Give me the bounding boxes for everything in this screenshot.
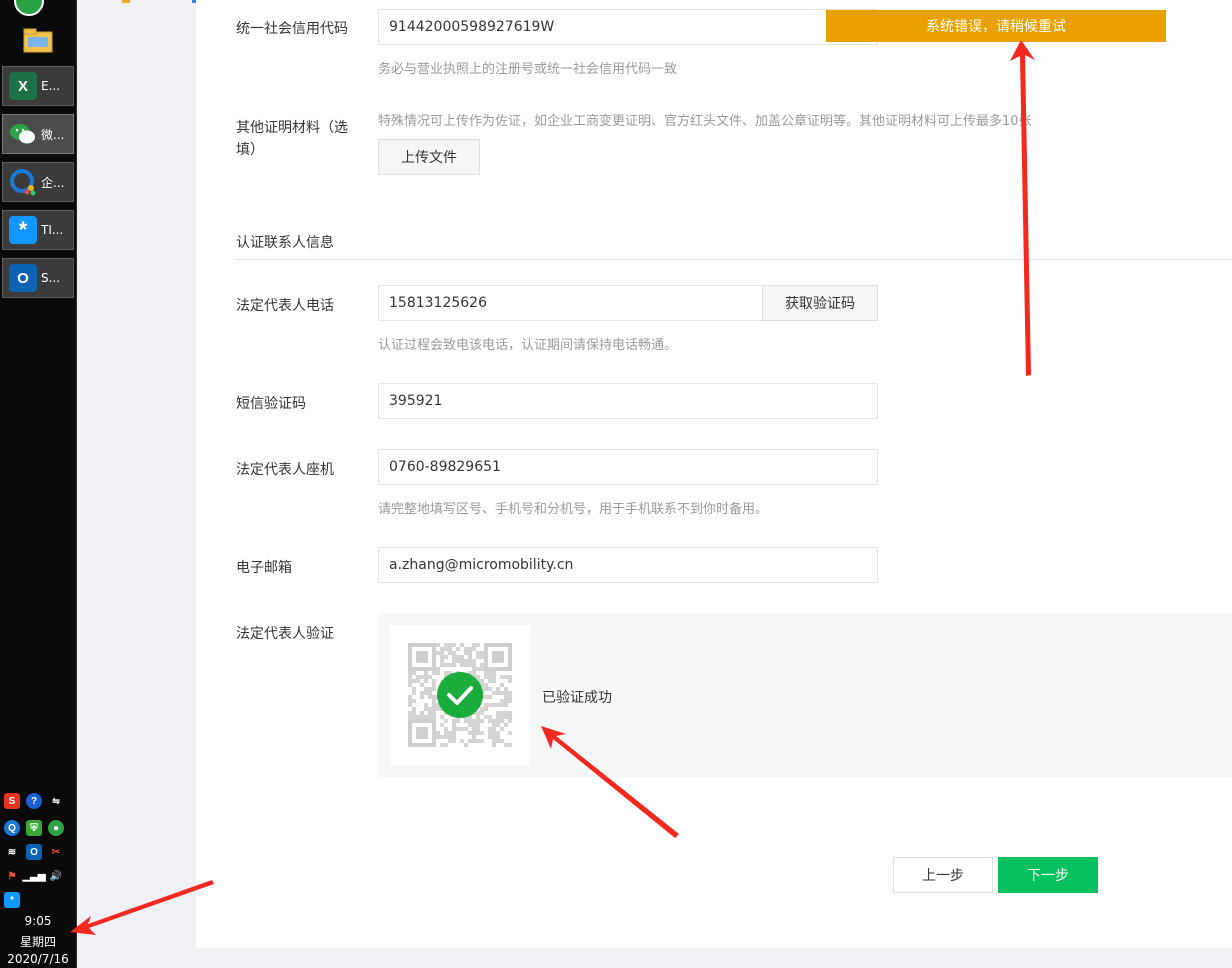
clock-time[interactable]: 9:05 <box>0 914 76 928</box>
taskbar-app-outlook[interactable]: O S... <box>2 258 74 298</box>
email-label: 电子邮箱 <box>236 560 292 576</box>
taskbar-app-label: TI... <box>41 223 64 237</box>
clock-weekday[interactable]: 星期四 <box>0 933 76 950</box>
excel-icon: X <box>9 72 37 100</box>
app-icon-partial[interactable] <box>14 0 44 16</box>
network-tool-icon[interactable]: ✂ <box>48 844 64 860</box>
legal-phone-label: 法定代表人电话 <box>236 298 334 314</box>
security-shield-icon[interactable]: ⛨ <box>26 820 42 836</box>
credit-code-input[interactable]: 91442000598927619W <box>378 9 878 45</box>
taskbar-app-wechat[interactable]: 微... <box>2 114 74 154</box>
upload-file-button[interactable]: 上传文件 <box>378 139 480 175</box>
taskbar-app-tim[interactable]: * TI... <box>2 210 74 250</box>
legal-verify-label: 法定代表人验证 <box>236 626 334 642</box>
tray-row-5: * <box>4 892 74 908</box>
file-explorer-icon[interactable] <box>22 24 54 56</box>
sogou-input-icon[interactable]: S <box>4 793 20 809</box>
tray-row-1: S ? ⇋ <box>4 793 74 809</box>
get-code-button[interactable]: 获取验证码 <box>762 285 878 321</box>
error-toast: 系统错误，请稍候重试 <box>826 10 1166 42</box>
taskbar-app-wecom[interactable]: 企... <box>2 162 74 202</box>
taskbar-app-label: 企... <box>41 175 65 190</box>
outlook-tray-icon[interactable]: O <box>26 844 42 860</box>
section-divider <box>236 259 1232 260</box>
outlook-icon: O <box>9 264 37 292</box>
legal-phone-hint: 认证过程会致电该电话，认证期间请保持电话畅通。 <box>378 338 678 353</box>
landline-hint: 请完整地填写区号、手机号和分机号，用于手机联系不到你时备用。 <box>378 502 769 517</box>
other-docs-label-line1: 其他证明材料（选 <box>236 120 348 136</box>
landline-label: 法定代表人座机 <box>236 462 334 478</box>
prev-step-button[interactable]: 上一步 <box>893 857 993 893</box>
tray-row-3: ≋ O ✂ <box>4 844 74 860</box>
contact-section-title: 认证联系人信息 <box>236 235 334 251</box>
wechat-icon <box>9 120 37 148</box>
clock-date[interactable]: 2020/7/16 <box>0 952 76 966</box>
email-input[interactable]: a.zhang@micromobility.cn <box>378 547 878 583</box>
help-icon[interactable]: ? <box>26 793 42 809</box>
overflow-icon[interactable]: ⇋ <box>48 793 64 809</box>
verify-status-text: 已验证成功 <box>542 690 612 706</box>
check-success-icon <box>437 672 483 718</box>
signal-icon[interactable]: ▁▃▅ <box>22 868 45 884</box>
sms-code-input[interactable]: 395921 <box>378 383 878 419</box>
other-docs-hint: 特殊情况可上传作为佐证，如企业工商变更证明、官方红头文件、加盖公章证明等。其他证… <box>378 114 1032 129</box>
credit-code-label: 统一社会信用代码 <box>236 21 348 37</box>
sms-code-label: 短信验证码 <box>236 396 306 412</box>
wifi-icon[interactable]: ≋ <box>4 844 20 860</box>
next-step-button[interactable]: 下一步 <box>998 857 1098 893</box>
credit-code-hint: 务必与营业执照上的注册号或统一社会信用代码一致 <box>378 62 678 77</box>
taskbar-app-label: S... <box>41 271 61 285</box>
windows-taskbar: X E... 微... 企... * TI... O S... S ? ⇋ Q … <box>0 0 77 968</box>
volume-icon[interactable]: 🔊 <box>48 868 64 884</box>
tray-row-2: Q ⛨ ● <box>4 820 74 836</box>
taskbar-app-label: 微... <box>41 127 65 142</box>
tim-tray-icon[interactable]: * <box>4 892 20 908</box>
wecom-tray-icon[interactable]: Q <box>4 820 20 836</box>
wechat-tray-icon[interactable]: ● <box>48 820 64 836</box>
taskbar-app-excel[interactable]: X E... <box>2 66 74 106</box>
tray-row-4: ⚑ ▁▃▅ 🔊 <box>4 868 74 884</box>
taskbar-app-label: E... <box>41 79 61 93</box>
other-docs-label-line2: 填） <box>236 142 264 158</box>
action-center-flag-icon[interactable]: ⚑ <box>4 868 20 884</box>
landline-input[interactable]: 0760-89829651 <box>378 449 878 485</box>
wecom-icon <box>9 168 37 196</box>
tim-icon: * <box>9 216 37 244</box>
legal-phone-input[interactable]: 15813125626 <box>378 285 764 321</box>
